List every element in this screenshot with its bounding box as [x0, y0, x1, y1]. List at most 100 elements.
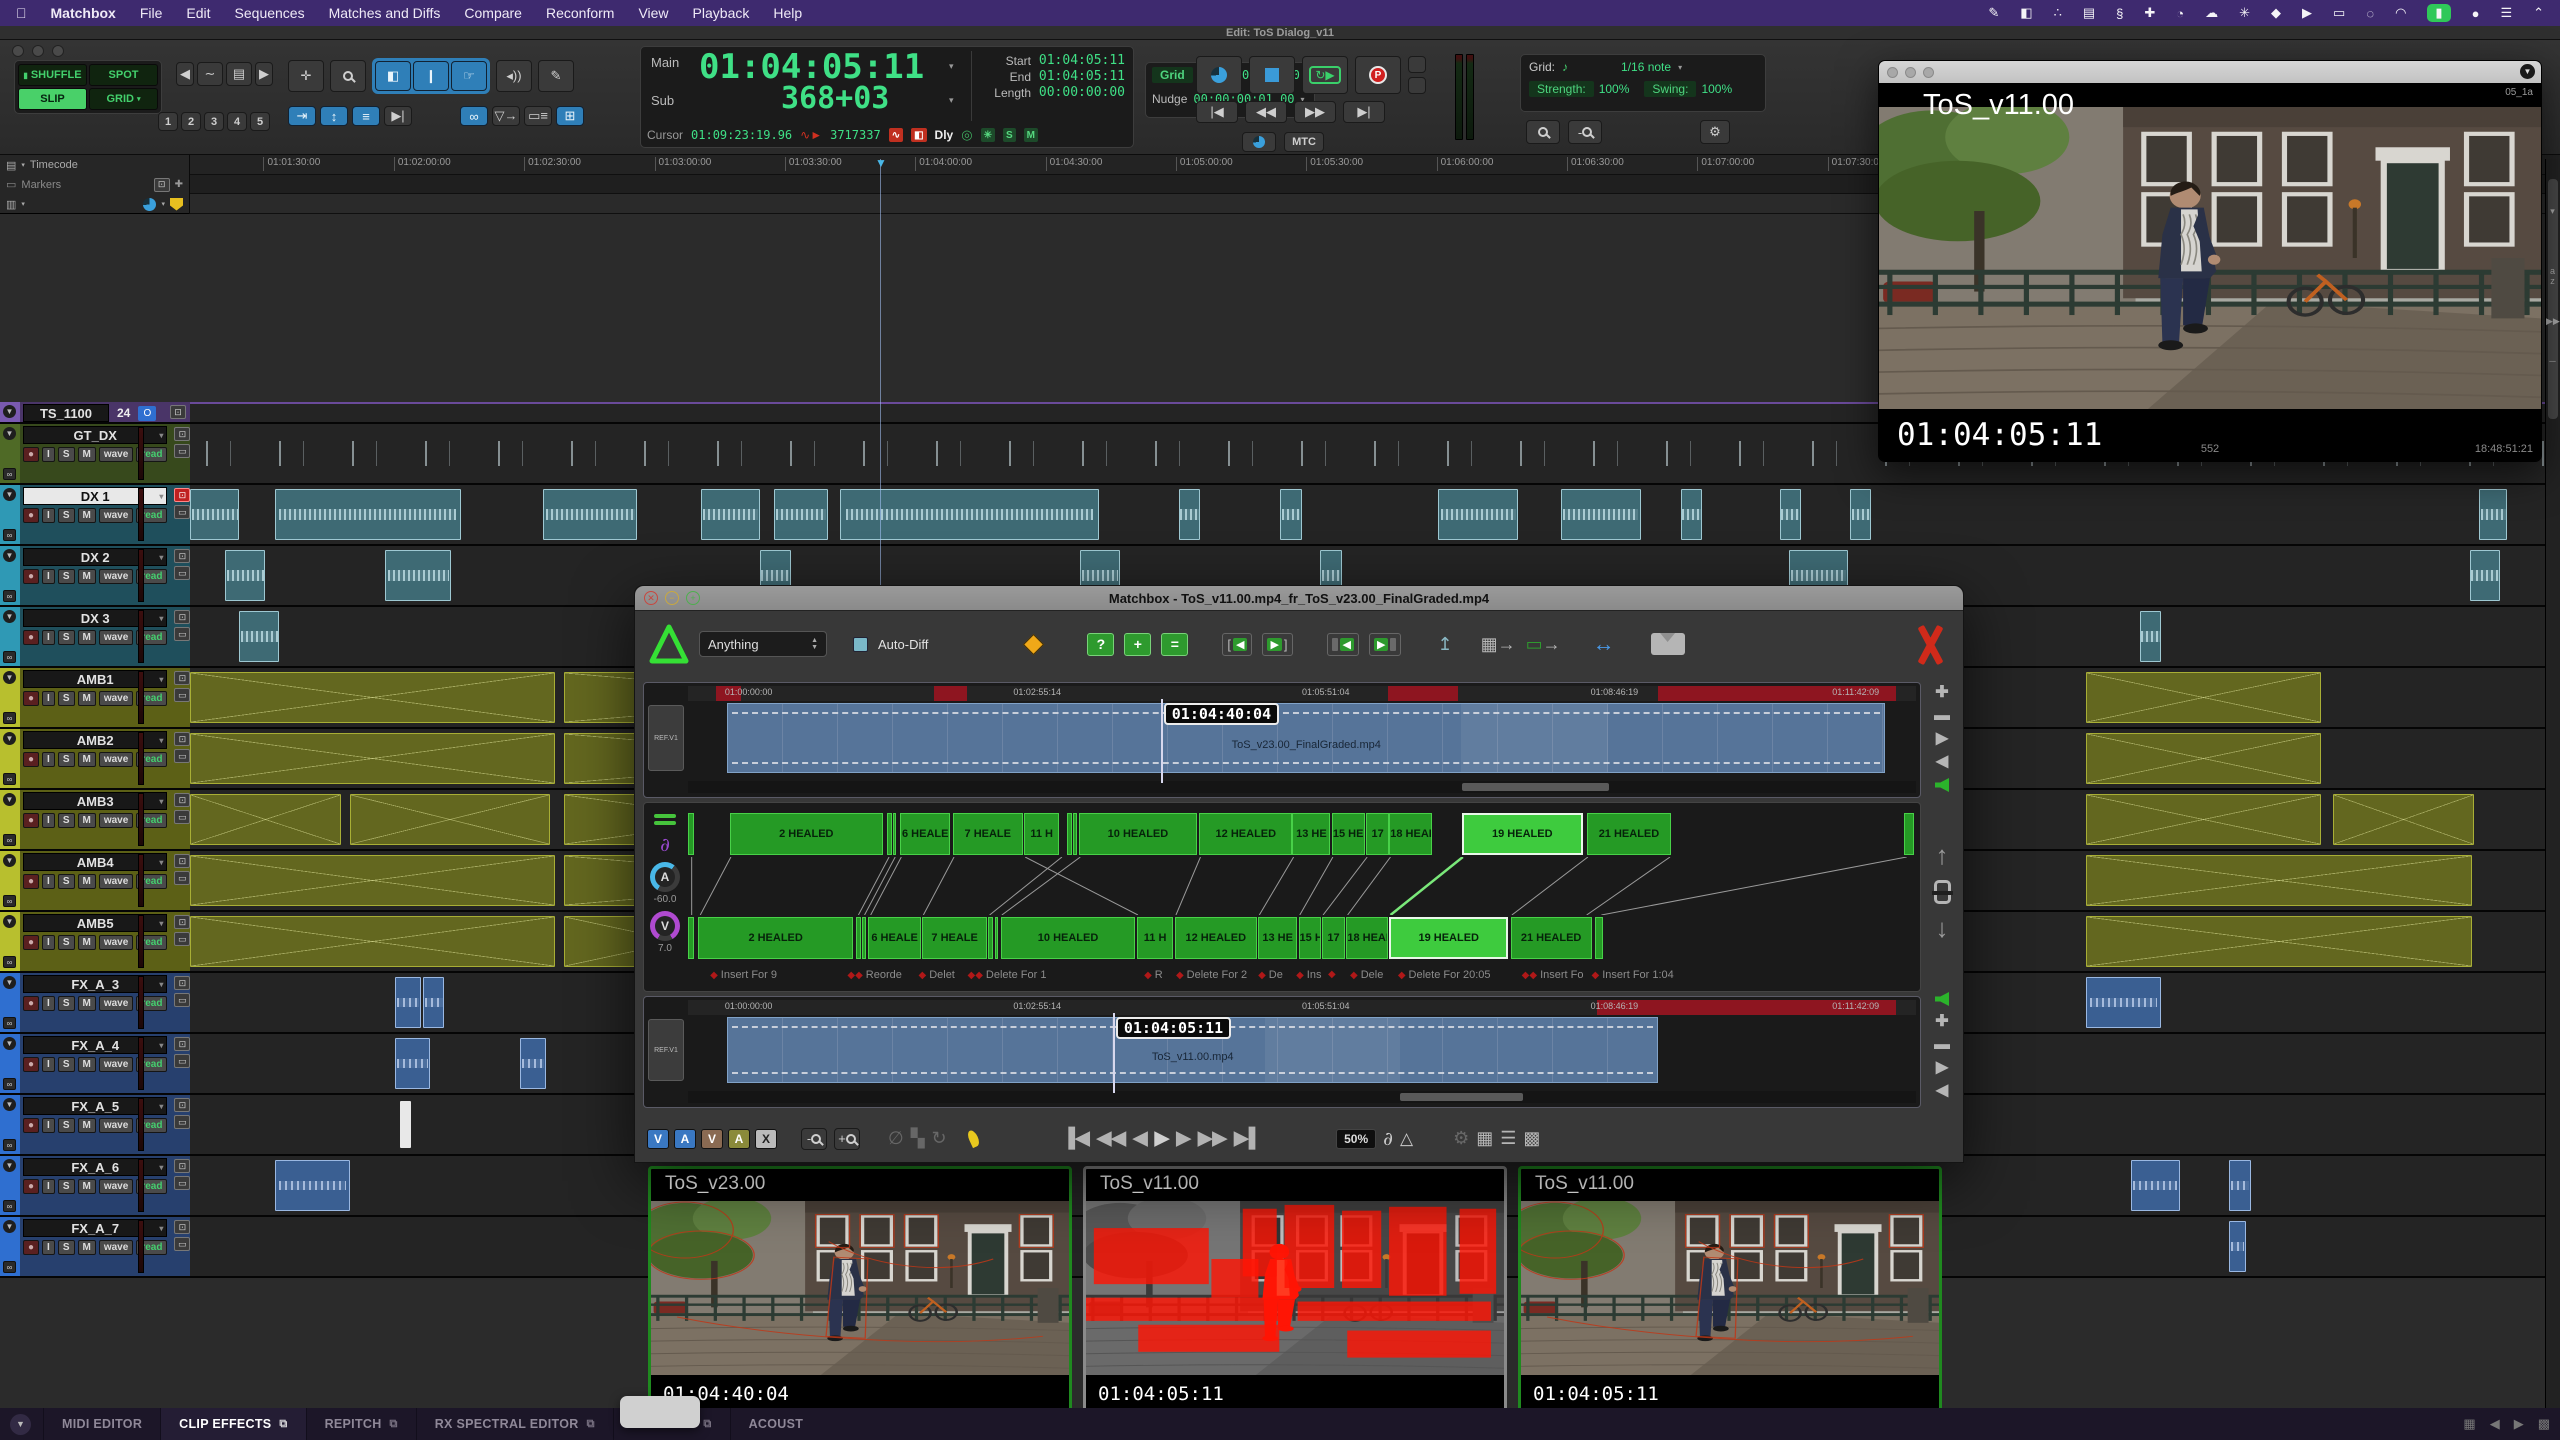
track-comments-icon[interactable]: ▭: [174, 566, 190, 580]
track-mute-button[interactable]: M: [78, 1240, 96, 1255]
delete-forward-icon[interactable]: ▦→: [1481, 634, 1516, 655]
ffwd-button[interactable]: ▶▶: [1294, 101, 1336, 123]
audio-knob[interactable]: A: [650, 862, 680, 892]
track-header-amb5[interactable]: ▼∞AMB5▾●ISMwaveread⊡▭: [0, 912, 190, 973]
track-input-button[interactable]: I: [42, 1118, 55, 1133]
audio-clip[interactable]: [2086, 916, 2472, 967]
apple-menu-icon[interactable]: : [16, 5, 27, 21]
audio-clip[interactable]: [774, 489, 828, 540]
edit-event-dele[interactable]: ◆Dele: [1350, 969, 1383, 981]
track-comments-icon[interactable]: ▭: [174, 932, 190, 946]
healed-block[interactable]: [887, 813, 892, 855]
marker-box-icon[interactable]: ⊡: [154, 178, 170, 192]
mb-playhead[interactable]: [1161, 699, 1163, 783]
track-output-window-icon[interactable]: ⊡: [174, 1037, 190, 1051]
switch-icon[interactable]: ☰: [2500, 5, 2512, 21]
track-solo-button[interactable]: S: [58, 813, 75, 828]
track-name[interactable]: AMB5▾: [23, 914, 167, 932]
layout-icon[interactable]: ▩: [1523, 1128, 1540, 1149]
x-button[interactable]: X: [755, 1129, 777, 1149]
healed-block-15-he[interactable]: 15 HE: [1332, 813, 1365, 855]
menu-item-edit[interactable]: Edit: [186, 5, 210, 21]
filmstrip-icon[interactable]: ▦: [1476, 1128, 1493, 1149]
track-link-icon[interactable]: ∞: [3, 590, 16, 602]
panel-icon[interactable]: ▩: [2538, 1416, 2550, 1432]
track-comments-icon[interactable]: ▭: [174, 505, 190, 519]
track-name[interactable]: FX_A_6▾: [23, 1158, 167, 1176]
tl-zoom-in-button[interactable]: ✚: [1935, 686, 1948, 700]
go-first-button[interactable]: ▐◀: [1062, 1127, 1090, 1150]
strength-value[interactable]: 100%: [1599, 82, 1630, 96]
zoom-out-button[interactable]: -: [801, 1128, 827, 1150]
track-name[interactable]: AMB2▾: [23, 731, 167, 749]
video-b-button[interactable]: V: [701, 1129, 723, 1149]
track-wave-view-button[interactable]: wave: [99, 1118, 133, 1133]
audio-clip[interactable]: [190, 794, 341, 845]
zoom-preset-3[interactable]: 3: [204, 112, 224, 131]
track-input-button[interactable]: I: [42, 1179, 55, 1194]
track-header-fx_a_7[interactable]: ▼∞FX_A_7▾●ISMwaveread⊡▭: [0, 1217, 190, 1278]
track-comments-icon[interactable]: ▭: [174, 1115, 190, 1129]
bottom-tab-repitch[interactable]: REPITCH⧉: [306, 1408, 416, 1440]
scroll-right-icon[interactable]: ▶: [2514, 1416, 2524, 1432]
transport-ext-1[interactable]: [1408, 56, 1426, 73]
match-rows-icon[interactable]: [654, 811, 676, 828]
track-name[interactable]: FX_A_7▾: [23, 1219, 167, 1237]
edge-collapse-icon[interactable]: ▾: [2546, 206, 2559, 217]
healed-block-15-he[interactable]: 15 HE: [1299, 917, 1321, 959]
quant-grid-value[interactable]: 1/16 note: [1621, 60, 1671, 74]
track-collapse-icon[interactable]: ▼: [3, 488, 16, 501]
track-input-button[interactable]: I: [42, 447, 55, 462]
healed-block-12-healed[interactable]: 12 HEALED: [1199, 813, 1292, 855]
matchbox-titlebar[interactable]: ✕−+ Matchbox - ToS_v11.00.mp4_fr_ToS_v23…: [635, 586, 1963, 611]
export-up-icon[interactable]: ↥: [1437, 634, 1452, 655]
healed-block-21-healed[interactable]: 21 HEALED: [1587, 813, 1672, 855]
track-header-amb1[interactable]: ▼∞AMB1▾●ISMwaveread⊡▭: [0, 668, 190, 729]
track-comments-icon[interactable]: ▭: [174, 1054, 190, 1068]
healed-block[interactable]: [856, 917, 861, 959]
track-wave-view-button[interactable]: wave: [99, 996, 133, 1011]
prev-fast-button[interactable]: ◀◀: [1097, 1127, 1126, 1150]
marker-diamond-icon[interactable]: [1023, 633, 1044, 654]
wave-icon[interactable]: ✳: [2239, 5, 2250, 21]
audio-clip[interactable]: [1280, 489, 1301, 540]
zoom-preset-4[interactable]: 4: [227, 112, 247, 131]
swing-value[interactable]: 100%: [1701, 82, 1732, 96]
record-button[interactable]: P: [1355, 56, 1401, 94]
track-comments-icon[interactable]: ▭: [174, 993, 190, 1007]
healed-block-7-heale[interactable]: 7 HEALE: [922, 917, 987, 959]
track-mute-button[interactable]: M: [78, 1057, 96, 1072]
audio-clip[interactable]: [1179, 489, 1200, 540]
track-collapse-icon[interactable]: ▼: [3, 549, 16, 562]
target-audio-icon[interactable]: [1935, 992, 1949, 1006]
dots-icon[interactable]: ∴: [2054, 5, 2062, 21]
online-sync-icon[interactable]: [1242, 132, 1276, 152]
online-button[interactable]: [1196, 56, 1242, 94]
commit-shield-icon[interactable]: [170, 198, 183, 211]
healed-block-21-healed[interactable]: 21 HEALED: [1511, 917, 1592, 959]
healed-block-11-h[interactable]: 11 H: [1024, 813, 1060, 855]
healed-block[interactable]: [688, 813, 694, 855]
healed-block[interactable]: [995, 917, 999, 959]
scroll-edit-icon[interactable]: ≡: [352, 106, 380, 126]
clock-icon[interactable]: ◔: [2176, 6, 2184, 21]
track-link-icon[interactable]: ∞: [3, 1017, 16, 1029]
track-comments-icon[interactable]: ▭: [174, 871, 190, 885]
track-header-gt_dx[interactable]: ▼∞GT_DX▾●ISMwaveread⊡▭: [0, 424, 190, 485]
track-input-button[interactable]: I: [42, 569, 55, 584]
viewer-video-area[interactable]: ToS_v11.00 01:04:05:11 05_1a 552 18:48:5…: [1879, 83, 2541, 461]
healed-block-18-heal[interactable]: 18 HEAL: [1389, 813, 1432, 855]
zoom-midi-icon[interactable]: ▤: [226, 62, 252, 86]
mail-icon[interactable]: [1651, 633, 1685, 655]
bottom-tab-midi-editor[interactable]: MIDI EDITOR: [43, 1408, 160, 1440]
video-a-button[interactable]: V: [647, 1129, 669, 1149]
track-header-fx_a_3[interactable]: ▼∞FX_A_3▾●ISMwaveread⊡▭: [0, 973, 190, 1034]
healed-block-13-he[interactable]: 13 HE: [1292, 813, 1330, 855]
track-wave-view-button[interactable]: wave: [99, 813, 133, 828]
track-input-button[interactable]: I: [42, 1240, 55, 1255]
track-collapse-icon[interactable]: ▼: [3, 1220, 16, 1233]
mb-clip-area[interactable]: ToS_v23.00_FinalGraded.mp401:04:40:04: [688, 701, 1916, 775]
track-comments-icon[interactable]: ▭: [174, 627, 190, 641]
help-match-button[interactable]: ?: [1087, 633, 1114, 656]
healed-block-19-healed[interactable]: 19 HEALED: [1462, 813, 1583, 855]
